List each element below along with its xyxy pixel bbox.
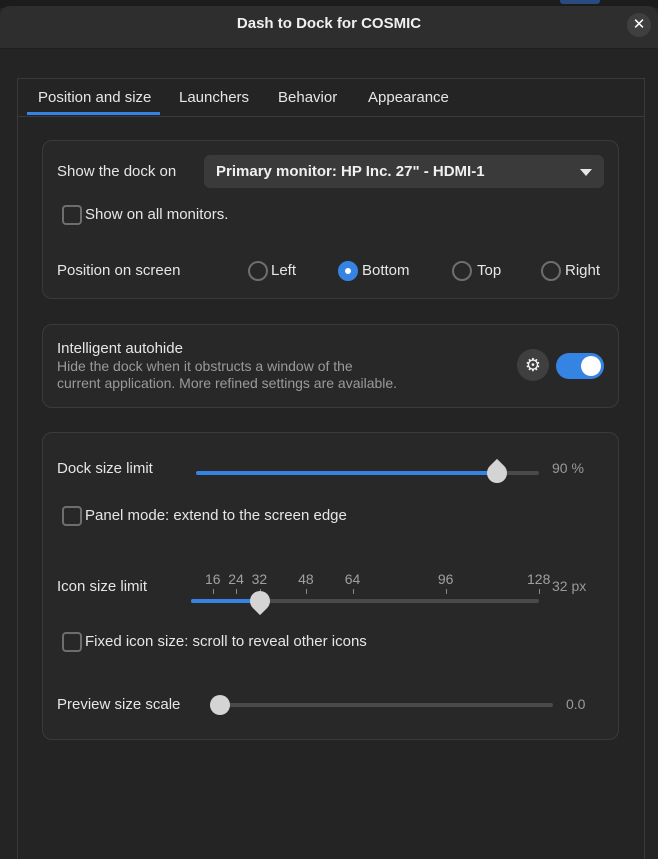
gear-icon: ⚙ [524,355,542,375]
icon-size-tick [236,589,238,594]
icon-size-mark: 16 [205,571,221,587]
autohide-title: Intelligent autohide [57,340,183,357]
radio-right-label[interactable]: Right [565,262,600,279]
radio-left[interactable] [248,261,268,281]
preview-size-slider[interactable] [210,703,553,707]
show-dock-on-label: Show the dock on [57,163,177,180]
icon-size-mark: 96 [437,571,454,587]
autohide-description-line2: current application. More refined settin… [57,375,398,391]
window-content: Position and size Launchers Behavior App… [0,49,658,859]
window-title: Dash to Dock for COSMIC [236,15,422,32]
panel-mode-label[interactable]: Panel mode: extend to the screen edge [85,507,347,524]
background-button [560,0,600,4]
icon-size-mark: 32 [251,571,268,587]
radio-right[interactable] [541,261,561,281]
panel-mode-checkbox[interactable] [62,506,82,526]
preview-size-slider-handle[interactable] [210,695,230,715]
icon-size-slider[interactable] [191,599,539,603]
icon-size-label: Icon size limit [57,578,148,595]
active-tab-indicator [27,112,160,115]
tab-behavior[interactable]: Behavior [278,89,337,106]
dock-size-slider-handle[interactable] [482,458,511,488]
tab-launchers[interactable]: Launchers [179,89,249,106]
icon-size-mark: 64 [344,571,361,587]
icon-size-tick [213,589,214,594]
chevron-down-icon [580,169,592,176]
icon-size-tick [352,589,354,594]
dock-size-label: Dock size limit [57,460,153,477]
radio-top[interactable] [452,261,472,281]
icon-size-mark: 128 [527,571,551,587]
preview-size-label: Preview size scale [57,696,181,713]
autohide-card: Intelligent autohide Hide the dock when … [42,324,619,408]
size-card: Dock size limit 90 % Panel mode: extend … [42,432,619,740]
radio-top-label[interactable]: Top [477,262,501,279]
icon-size-slider-handle[interactable] [245,586,274,616]
icon-size-mark: 48 [298,571,314,587]
icon-size-tick [445,589,447,594]
icon-size-tick [539,589,540,594]
tab-position-and-size[interactable]: Position and size [38,89,151,106]
icon-size-tick [306,589,308,594]
toggle-knob [581,356,601,376]
all-monitors-label[interactable]: Show on all monitors. [85,206,228,223]
monitor-dropdown-value: Primary monitor: HP Inc. 27" - HDMI-1 [216,163,485,180]
screen-position-label: Position on screen [57,262,181,279]
dock-size-value: 90 % [552,460,584,476]
fixed-icon-checkbox[interactable] [62,632,82,652]
radio-bottom[interactable] [338,261,358,281]
tab-appearance[interactable]: Appearance [368,89,449,106]
autohide-toggle[interactable] [556,353,604,379]
position-card: Show the dock on Primary monitor: HP Inc… [42,140,619,299]
monitor-dropdown[interactable]: Primary monitor: HP Inc. 27" - HDMI-1 [204,155,604,188]
icon-size-mark: 24 [228,571,244,587]
dock-size-slider-fill [196,471,497,475]
autohide-description-line1: Hide the dock when it obstructs a window… [57,358,353,374]
all-monitors-checkbox[interactable] [62,205,82,225]
radio-bottom-label[interactable]: Bottom [362,262,410,279]
tab-bar: Position and size Launchers Behavior App… [18,79,644,117]
autohide-settings-button[interactable]: ⚙ [517,349,549,381]
titlebar: Dash to Dock for COSMIC ✕ [0,6,658,49]
icon-size-value: 32 px [552,578,587,594]
preview-size-value: 0.0 [566,696,586,712]
fixed-icon-label[interactable]: Fixed icon size: scroll to reveal other … [85,633,367,650]
radio-left-label[interactable]: Left [271,262,296,279]
close-button[interactable]: ✕ [627,13,651,37]
close-icon: ✕ [632,16,646,33]
